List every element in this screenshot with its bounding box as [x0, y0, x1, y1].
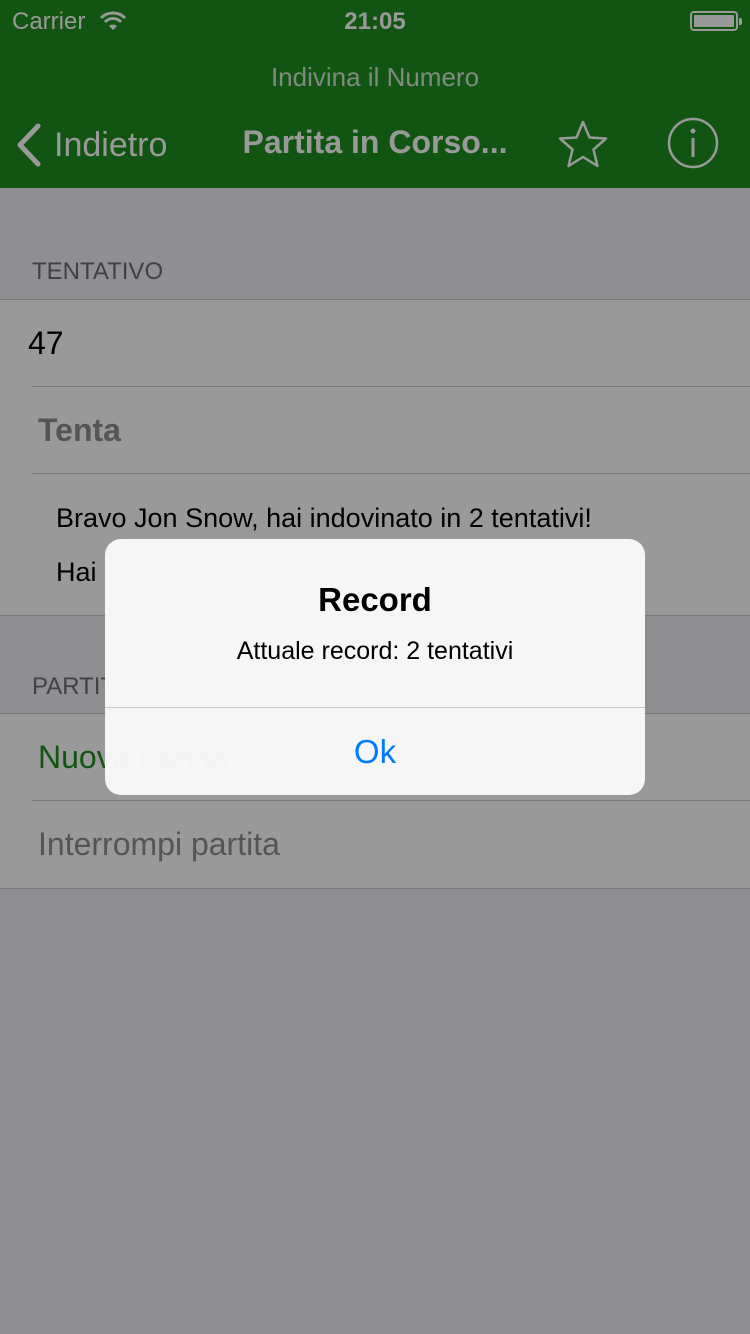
alert-message: Attuale record: 2 tentativi	[236, 637, 514, 665]
record-alert: Record Attuale record: 2 tentativi Ok	[105, 539, 645, 795]
ok-button[interactable]: Ok	[105, 708, 645, 795]
alert-title: Record	[318, 581, 432, 618]
